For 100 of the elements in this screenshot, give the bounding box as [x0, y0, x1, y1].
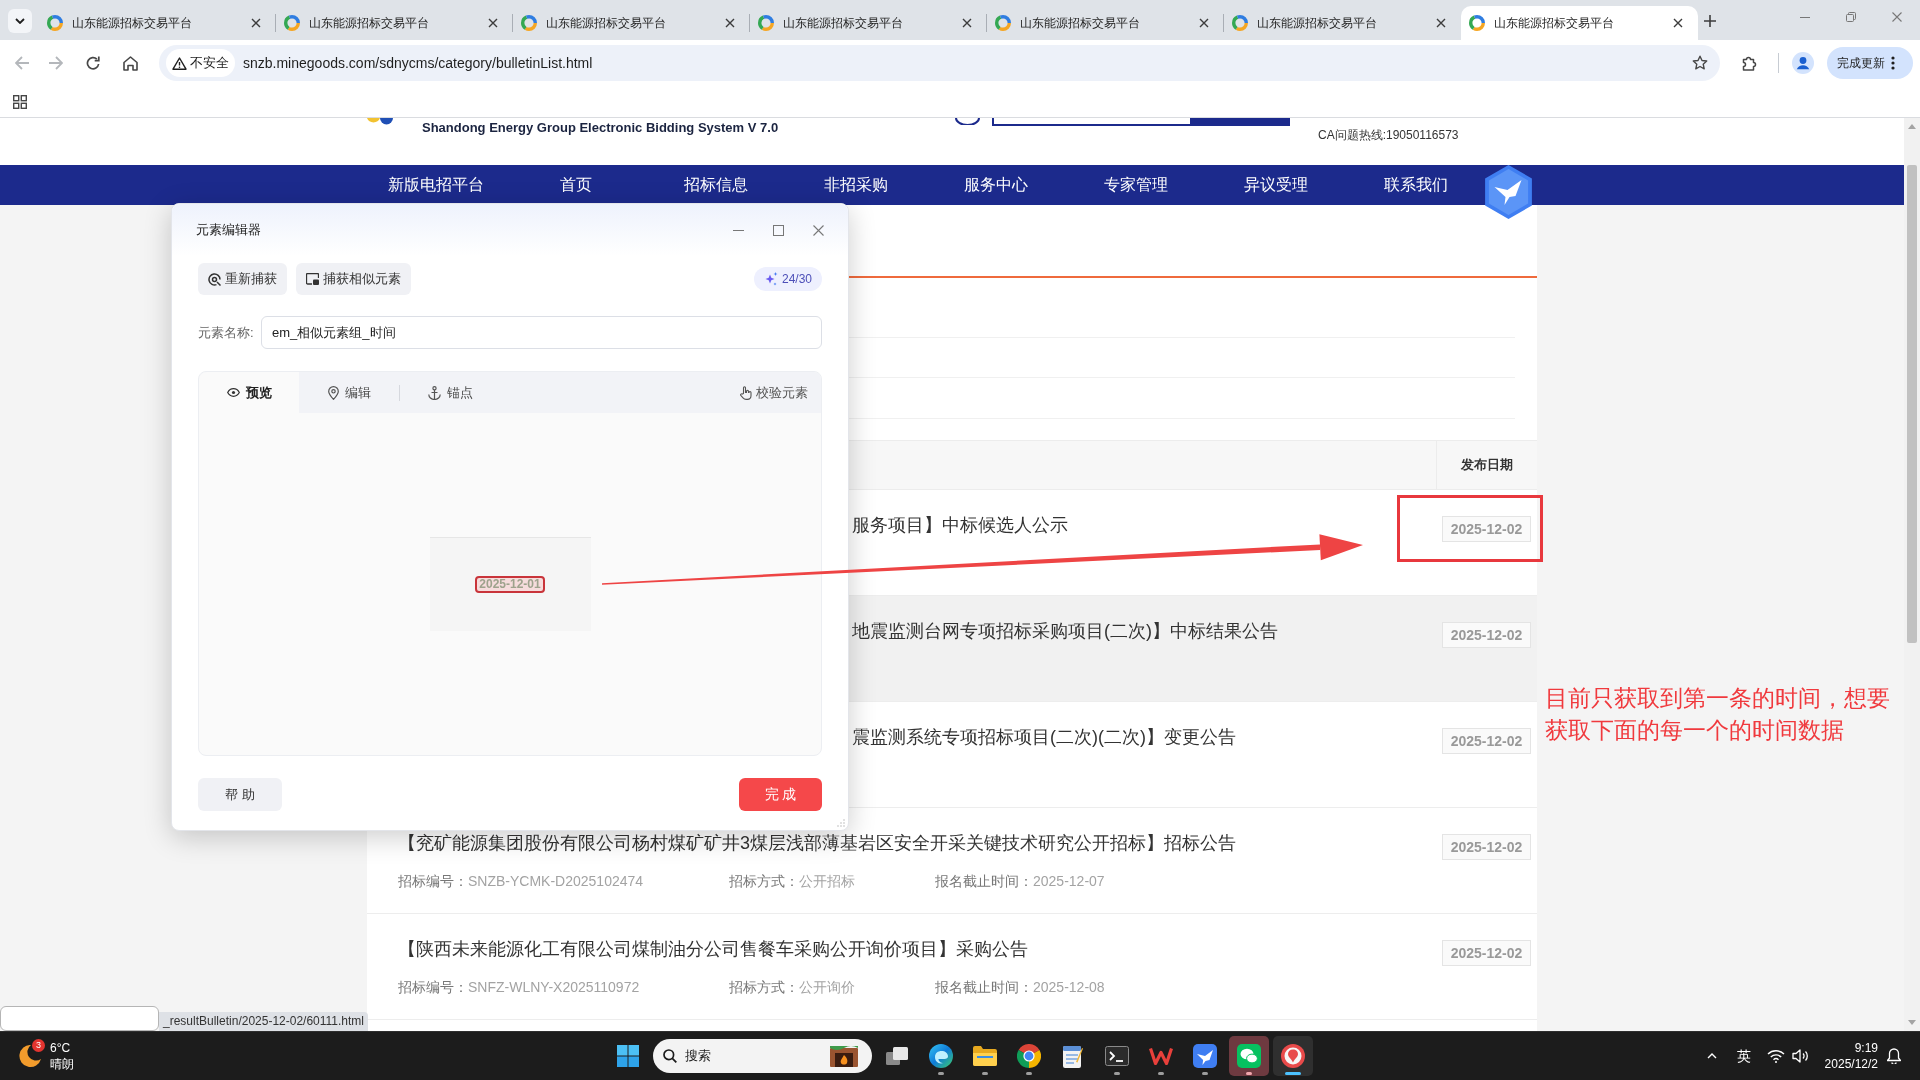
ring-logo-icon [758, 15, 774, 31]
more-vertical-icon [1891, 56, 1895, 70]
captured-date: 2025-12-01 [475, 576, 545, 593]
pin-icon [327, 385, 339, 400]
taskbar-app-button[interactable] [1229, 1036, 1269, 1076]
bell-icon[interactable] [1887, 1048, 1901, 1064]
notification-badge: 3 [32, 1039, 45, 1052]
folder-icon [973, 1046, 997, 1066]
meta-value: 2025-12-07 [1033, 872, 1105, 891]
close-icon[interactable] [962, 18, 972, 28]
close-icon[interactable] [725, 18, 735, 28]
tricolor-wheel-icon [1017, 1044, 1041, 1068]
close-icon[interactable] [1673, 18, 1683, 28]
input-method-button[interactable]: 英 [1732, 1044, 1756, 1068]
nav-link[interactable]: 非招采购 [824, 173, 888, 197]
meta-label: 招标方式： [729, 872, 799, 891]
ring-logo-icon [47, 15, 63, 31]
maximize-icon [772, 224, 784, 236]
wifi-icon[interactable] [1767, 1049, 1785, 1063]
nav-link[interactable]: 招标信息 [684, 173, 748, 197]
close-icon[interactable] [1436, 18, 1446, 28]
taskbar-search[interactable]: 搜索 [653, 1039, 872, 1073]
scrollbar[interactable] [1904, 118, 1920, 1031]
meta-value: SNFZ-WLNY-X2025110972 [468, 978, 640, 997]
hand-pointer-icon [740, 385, 752, 400]
field-label: 元素名称: [198, 323, 255, 342]
warning-icon [172, 56, 187, 70]
plus-icon [1704, 15, 1716, 27]
dialog-tab[interactable]: 预览 [199, 372, 299, 413]
weather-widget[interactable]: 3 6°C 晴朗 [16, 1040, 74, 1072]
dialog-title: 元素编辑器 [196, 221, 261, 240]
publish-date: 2025-12-02 [1441, 622, 1532, 648]
emblem-icon [955, 118, 980, 125]
meta-label: 招标方式： [729, 978, 799, 997]
close-icon[interactable] [1199, 18, 1209, 28]
meta-value: 公开询价 [799, 978, 855, 997]
speaker-icon[interactable] [1792, 1049, 1810, 1063]
dialog-tab[interactable]: 编辑 [299, 372, 399, 413]
chevron-down-icon [15, 18, 25, 24]
address-bar[interactable]: 不安全 snzb.minegoods.com/sdnycms/category/bulletinList.html [159, 45, 1720, 81]
apps-grid-icon[interactable] [13, 94, 27, 109]
quota-count: 24/30 [781, 271, 812, 288]
capture-frame-icon [306, 273, 319, 285]
capture-button[interactable]: 重新捕获 [198, 263, 287, 295]
element-name-input[interactable]: em_相似元素组_时间 [261, 316, 822, 349]
close-icon[interactable] [251, 18, 261, 28]
search-field[interactable] [992, 118, 1190, 126]
nav-link[interactable]: 专家管理 [1104, 173, 1168, 197]
hotline-text: CA问题热线:19050116573 [1318, 128, 1459, 142]
anchor-icon [427, 385, 441, 400]
home-icon [122, 55, 138, 71]
close-icon[interactable] [488, 18, 498, 28]
star-icon[interactable] [1692, 55, 1708, 71]
restore-icon [1846, 12, 1856, 22]
capture-button[interactable]: 捕获相似元素 [296, 263, 411, 295]
meta-label: 招标编号： [398, 978, 468, 997]
puzzle-icon [1742, 55, 1758, 71]
meta-label: 报名截止时间： [935, 872, 1033, 891]
annotation-note: 目前只获取到第一条的时间，想要获取下面的每一个的时间数据 [1545, 684, 1891, 745]
person-icon [1792, 52, 1814, 74]
ring-logo-icon [1232, 15, 1248, 31]
nav-link[interactable]: 新版电招平台 [388, 173, 484, 197]
bulletin-title-link[interactable]: 震监测系统专项招标项目(二次)(二次)】变更公告 [852, 727, 1236, 747]
bulletin-title-link[interactable]: 服务项目】中标候选人公示 [852, 515, 1068, 535]
security-chip[interactable]: 不安全 [166, 49, 235, 77]
eye-icon [226, 388, 240, 397]
publish-date: 2025-12-02 [1441, 834, 1532, 860]
minimize-icon [732, 229, 744, 231]
dialog-tab[interactable]: 锚点 [400, 372, 500, 413]
bulletin-title-link[interactable]: 地震监测台网专项招标采购项目(二次)】中标结果公告 [852, 621, 1278, 641]
notepad-icon [1063, 1044, 1083, 1068]
site-subtitle: Shandong Energy Group Electronic Bidding System V 7.0 [422, 120, 779, 136]
profile-button[interactable] [1789, 49, 1817, 77]
nav-link[interactable]: 首页 [560, 173, 592, 197]
minimize-icon [1800, 16, 1810, 18]
ring-logo-icon [284, 15, 300, 31]
meta-value: 公开招标 [799, 872, 855, 891]
publish-date: 2025-12-02 [1441, 940, 1532, 966]
target-refresh-icon [208, 272, 221, 286]
ring-logo-icon [995, 15, 1011, 31]
bulletin-title-link[interactable]: 【兖矿能源集团股份有限公司杨村煤矿矿井3煤层浅部薄基岩区安全开采关键技术研究公开招标】招标公告 [398, 833, 1236, 853]
browser-tab[interactable]: 山东能源招标交易平台 [1461, 6, 1698, 40]
bulletin-title-link[interactable]: 【陕西未来能源化工有限公司煤制油分公司售餐车采购公开询价项目】采购公告 [398, 939, 1028, 959]
swirl-logo-icon [929, 1044, 953, 1068]
clock-button[interactable]: 9:19 2025/12/2 [1818, 1040, 1878, 1072]
done-button[interactable]: 完 成 [739, 778, 822, 811]
tab-list-button[interactable] [8, 9, 32, 33]
terminal-icon [1105, 1046, 1129, 1066]
taskbar-app-button[interactable] [1273, 1036, 1313, 1076]
chat-bubbles-icon [1237, 1044, 1261, 1068]
status-url: _resultBulletin/2025-12-02/60111.html [159, 1012, 369, 1031]
nav-link[interactable]: 联系我们 [1384, 173, 1448, 197]
nav-link[interactable]: 服务中心 [964, 173, 1028, 197]
verify-button[interactable]: 校验元素 [734, 372, 821, 413]
windows-logo-icon[interactable] [617, 1045, 639, 1067]
nav-link[interactable]: 异议受理 [1244, 173, 1308, 197]
scrollbar-thumb[interactable] [1907, 165, 1917, 643]
resize-grip-icon[interactable] [837, 819, 845, 827]
update-button[interactable]: 完成更新 [1827, 47, 1913, 79]
help-button[interactable]: 帮 助 [198, 778, 282, 811]
